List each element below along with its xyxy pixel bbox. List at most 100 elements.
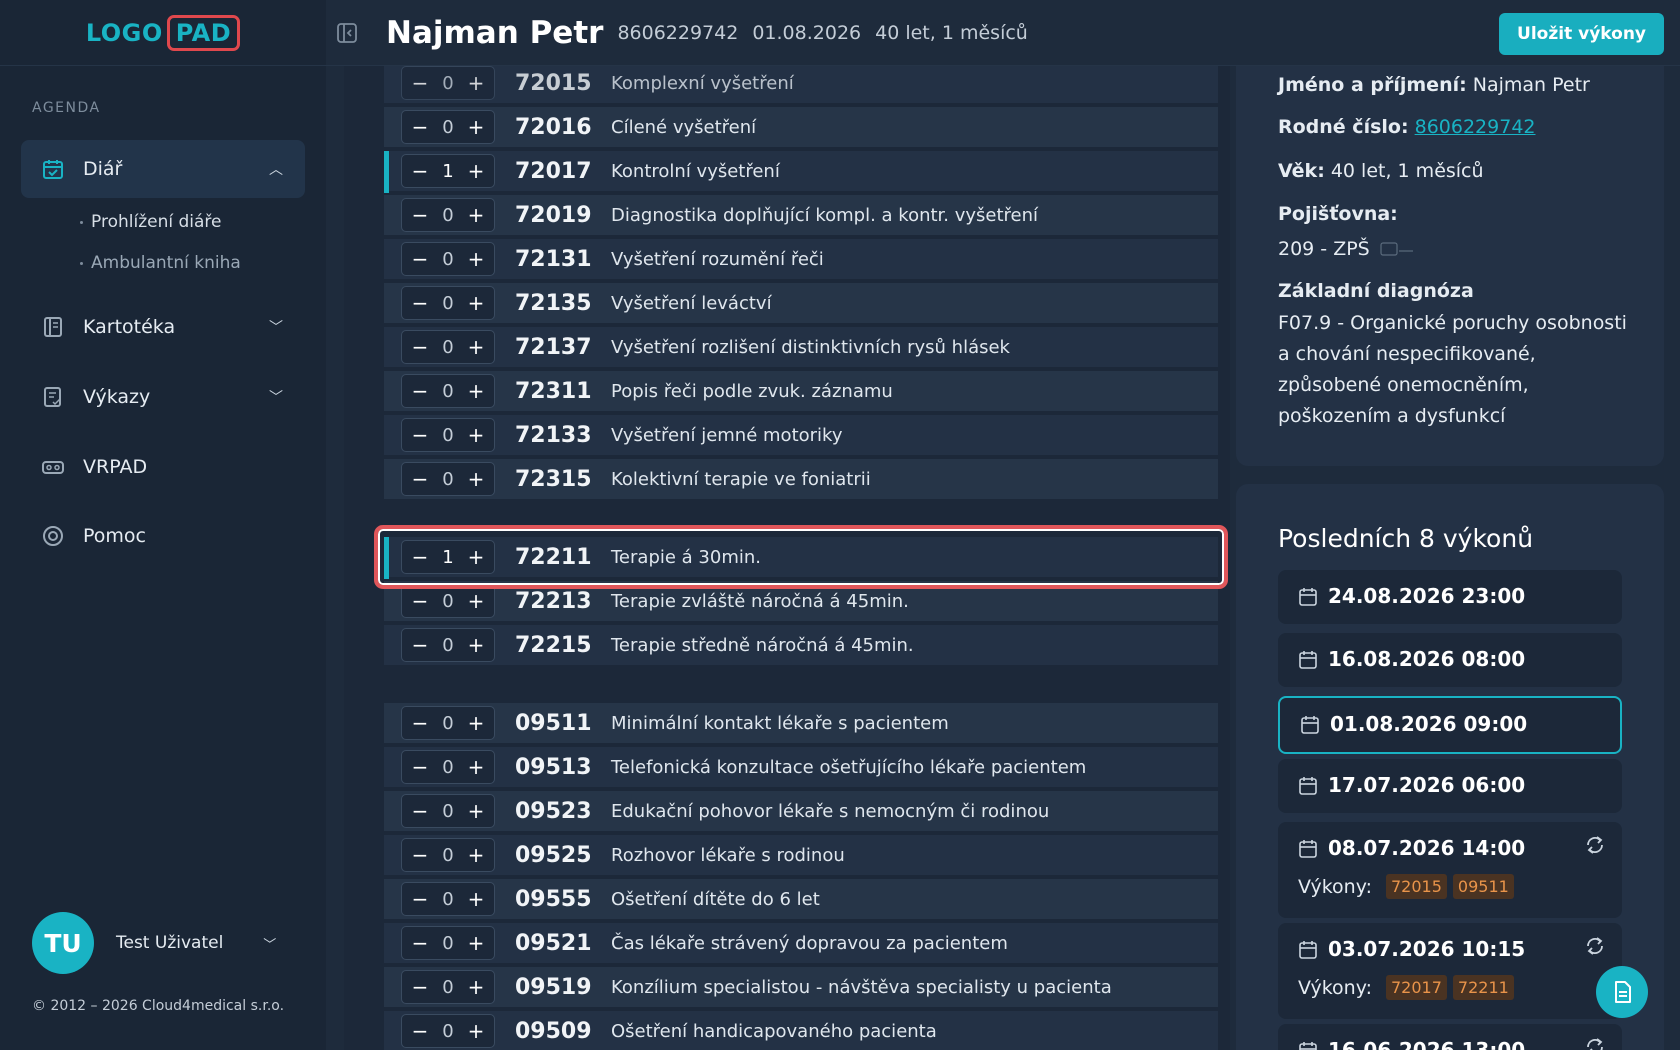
sidebar-item-vrpad[interactable]: VRPAD [21, 438, 305, 496]
repeat-icon[interactable] [1584, 834, 1606, 856]
visit-card[interactable]: 03.07.2026 10:15 Výkony: 72017 72211 [1278, 923, 1622, 1019]
increment-button[interactable]: + [466, 843, 486, 867]
quantity-stepper[interactable]: −0 + [401, 286, 495, 320]
procedure-row[interactable]: −0 +72015 Komplexní vyšetření [384, 66, 1218, 105]
increment-button[interactable]: + [466, 203, 486, 227]
code-badge[interactable]: 72017 [1386, 975, 1447, 1000]
document-fab-button[interactable] [1596, 966, 1648, 1018]
procedure-row[interactable]: −0 +72311 Popis řeči podle zvuk. záznamu [384, 371, 1218, 413]
increment-button[interactable]: + [466, 159, 486, 183]
visit-card[interactable]: 16.08.2026 08:00 [1278, 633, 1622, 687]
sidebar-item-kartoteka[interactable]: Kartotéka ﹀ [21, 298, 305, 356]
decrement-button[interactable]: − [410, 159, 430, 183]
decrement-button[interactable]: − [410, 467, 430, 491]
procedure-row[interactable]: −0 +72315 Kolektivní terapie ve foniatrii [384, 459, 1218, 501]
decrement-button[interactable]: − [410, 71, 430, 95]
sidebar-subitem-prohlizeni[interactable]: Prohlížení diáře [80, 212, 221, 232]
procedure-row[interactable]: −0 +09521 Čas lékaře strávený dopravou za … [384, 923, 1218, 965]
visit-card[interactable]: 24.08.2026 23:00 [1278, 570, 1622, 624]
repeat-icon[interactable] [1584, 935, 1606, 957]
quantity-stepper[interactable]: −0 + [401, 882, 495, 916]
procedure-row[interactable]: −0 +72131 Vyšetření rozumění řeči [384, 239, 1218, 281]
decrement-button[interactable]: − [410, 975, 430, 999]
increment-button[interactable]: + [466, 71, 486, 95]
quantity-stepper[interactable]: −0 + [401, 330, 495, 364]
increment-button[interactable]: + [466, 799, 486, 823]
sidebar-collapse-icon[interactable] [336, 22, 358, 44]
visit-card[interactable]: 01.08.2026 09:00 [1278, 696, 1622, 754]
quantity-stepper[interactable]: −0 + [401, 418, 495, 452]
increment-button[interactable]: + [466, 975, 486, 999]
sidebar-item-pomoc[interactable]: Pomoc [21, 507, 305, 565]
sidebar-subitem-ambulantni[interactable]: Ambulantní kniha [80, 253, 241, 273]
quantity-stepper[interactable]: −0 + [401, 750, 495, 784]
quantity-stepper[interactable]: −0 + [401, 706, 495, 740]
procedure-row[interactable]: −1 +72017 Kontrolní vyšetření [384, 151, 1218, 193]
user-menu[interactable]: TU Test Uživatel ﹀ [32, 912, 276, 974]
quantity-stepper[interactable]: −0 + [401, 970, 495, 1004]
quantity-stepper[interactable]: −0 + [401, 242, 495, 276]
increment-button[interactable]: + [466, 755, 486, 779]
increment-button[interactable]: + [466, 589, 486, 613]
decrement-button[interactable]: − [410, 379, 430, 403]
increment-button[interactable]: + [466, 711, 486, 735]
sidebar-item-diar[interactable]: Diář ︿ [21, 140, 305, 198]
increment-button[interactable]: + [466, 115, 486, 139]
quantity-stepper[interactable]: −0 + [401, 198, 495, 232]
increment-button[interactable]: + [466, 633, 486, 657]
decrement-button[interactable]: − [410, 755, 430, 779]
increment-button[interactable]: + [466, 467, 486, 491]
repeat-icon[interactable] [1584, 1036, 1606, 1050]
decrement-button[interactable]: − [410, 843, 430, 867]
procedure-row[interactable]: −0 +09523 Edukační pohovor lékaře s nemocn… [384, 791, 1218, 833]
decrement-button[interactable]: − [410, 291, 430, 315]
increment-button[interactable]: + [466, 247, 486, 271]
visit-card[interactable]: 08.07.2026 14:00 Výkony: 72015 09511 [1278, 822, 1622, 918]
procedure-row[interactable]: −0 +72133 Vyšetření jemné motoriky [384, 415, 1218, 457]
procedure-row[interactable]: −0 +72215 Terapie středně náročná á 45min. [384, 625, 1218, 667]
procedure-row[interactable]: −0 +09525 Rozhovor lékaře s rodinou [384, 835, 1218, 877]
decrement-button[interactable]: − [410, 887, 430, 911]
visit-card[interactable]: 16.06.2026 13:00 [1278, 1024, 1622, 1050]
increment-button[interactable]: + [466, 335, 486, 359]
increment-button[interactable]: + [466, 379, 486, 403]
quantity-stepper[interactable]: −0 + [401, 1014, 495, 1048]
rc-link[interactable]: 8606229742 [1415, 116, 1536, 138]
decrement-button[interactable]: − [410, 335, 430, 359]
decrement-button[interactable]: − [410, 115, 430, 139]
quantity-stepper[interactable]: −0 + [401, 628, 495, 662]
procedure-row[interactable]: −0 +72019 Diagnostika doplňující kompl. a … [384, 195, 1218, 237]
decrement-button[interactable]: − [410, 931, 430, 955]
decrement-button[interactable]: − [410, 203, 430, 227]
decrement-button[interactable]: − [410, 711, 430, 735]
decrement-button[interactable]: − [410, 247, 430, 271]
increment-button[interactable]: + [466, 291, 486, 315]
save-button[interactable]: Uložit výkony [1499, 13, 1664, 55]
decrement-button[interactable]: − [410, 423, 430, 447]
procedure-row[interactable]: −0 +09519 Konzílium specialistou - návštěv… [384, 967, 1218, 1009]
quantity-stepper[interactable]: −1 + [401, 154, 495, 188]
procedure-row[interactable]: −0 +72137 Vyšetření rozlišení distinktivní… [384, 327, 1218, 369]
quantity-stepper[interactable]: −0 + [401, 794, 495, 828]
decrement-button[interactable]: − [410, 633, 430, 657]
procedure-row[interactable]: −0 +09513 Telefonická konzultace ošetřujíc… [384, 747, 1218, 789]
visit-card[interactable]: 17.07.2026 06:00 [1278, 759, 1622, 813]
quantity-stepper[interactable]: −0 + [401, 838, 495, 872]
procedure-row[interactable]: −0 +09509 Ošetření handicapovaného pacient… [384, 1011, 1218, 1050]
code-badge[interactable]: 09511 [1452, 874, 1514, 899]
decrement-button[interactable]: − [410, 799, 430, 823]
code-badge[interactable]: 72211 [1452, 975, 1514, 1000]
procedure-row[interactable]: −0 +72016 Cílené vyšetření [384, 107, 1218, 149]
quantity-stepper[interactable]: −0 + [401, 462, 495, 496]
quantity-stepper[interactable]: −0 + [401, 926, 495, 960]
increment-button[interactable]: + [466, 1019, 486, 1043]
sidebar-item-vykazy[interactable]: Výkazy ﹀ [21, 368, 305, 426]
increment-button[interactable]: + [466, 887, 486, 911]
increment-button[interactable]: + [466, 423, 486, 447]
decrement-button[interactable]: − [410, 1019, 430, 1043]
quantity-stepper[interactable]: −0 + [401, 110, 495, 144]
code-badge[interactable]: 72015 [1386, 874, 1447, 899]
increment-button[interactable]: + [466, 931, 486, 955]
logo[interactable]: LOGO PAD [86, 14, 241, 51]
quantity-stepper[interactable]: −0 + [401, 374, 495, 408]
